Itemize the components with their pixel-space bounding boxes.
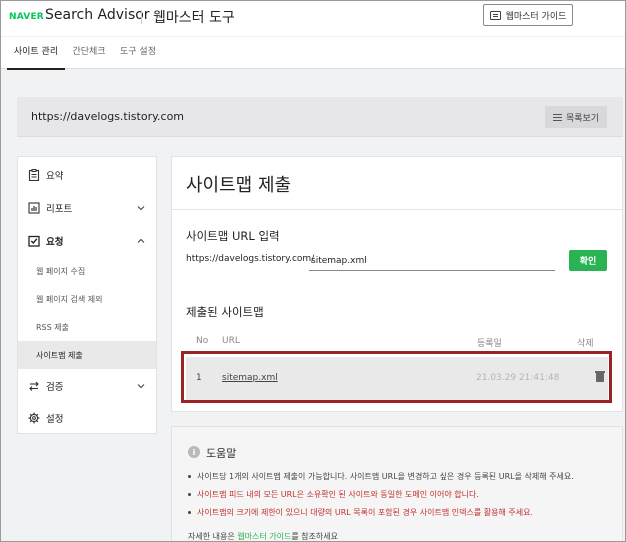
help-box: i 도움말 사이트당 1개의 사이트맵 제출이 가능합니다. 사이트맵 URL을… [171,426,623,541]
sidebar-subitem-web-page-exclusion[interactable]: 웹 페이지 검색 제외 [18,285,156,313]
webmaster-guide-label: 웹마스터 가이드 [505,11,567,22]
view-list-label: 목록보기 [565,113,600,124]
chevron-down-icon [137,206,145,211]
bullet-icon [188,493,191,496]
url-prefix: https://davelogs.tistory.com/ [186,254,315,264]
help-footer-suffix: 를 참조하세요 [291,532,339,541]
help-footer-prefix: 자세한 내용은 [188,532,238,541]
checkbox-icon [28,235,40,247]
sidebar-subitem-label: 웹 페이지 검색 제외 [36,294,103,304]
sync-icon [29,381,39,391]
trash-icon[interactable] [595,371,605,382]
page-title: 사이트맵 제출 [186,175,292,196]
book-icon [489,10,501,20]
header-divider [141,10,142,24]
chevron-up-icon [137,238,145,243]
bar-chart-icon [28,202,40,214]
sidebar-item-label: 검증 [46,382,64,393]
column-header-delete: 삭제 [577,339,594,349]
sidebar-subitem-label: 웹 페이지 수집 [36,266,86,276]
help-line: 사이트맵의 크기에 제한이 있으니 대량의 URL 목록이 포함된 경우 사이트… [188,507,533,518]
gear-icon [28,412,40,424]
column-header-no: No [196,336,209,346]
bullet-icon [188,511,191,514]
info-icon: i [188,446,200,458]
table-row: 1 sitemap.xml 21.03.29 21:41:48 [186,357,608,400]
panel-header: 사이트맵 제출 [172,157,622,210]
help-title: 도움말 [206,447,237,460]
sidebar-item-label: 설정 [46,414,64,425]
sidebar-item-label: 요청 [46,237,64,248]
view-list-button[interactable]: 목록보기 [545,106,607,128]
sidebar-item-verify[interactable]: 검증 [18,371,156,401]
help-line-text: 사이트맵 피드 내의 모든 URL은 소유확인 된 사이트와 동일한 도메인 이… [197,490,479,499]
sidebar-subitem-label: 사이트맵 제출 [36,350,83,360]
product-name[interactable]: Search Advisor [45,7,150,23]
sidebar-subitem-web-page-collection[interactable]: 웹 페이지 수집 [18,257,156,285]
naver-logo[interactable]: NAVER [9,12,44,22]
help-line-text: 사이트맵의 크기에 제한이 있으니 대량의 URL 목록이 포함된 경우 사이트… [197,508,533,517]
webmaster-guide-button[interactable]: 웹마스터 가이드 [483,4,573,26]
sitemap-panel: 사이트맵 제출 사이트맵 URL 입력 https://davelogs.tis… [171,156,623,412]
sidebar-item-summary[interactable]: 요약 [18,160,156,190]
list-icon [552,113,562,121]
help-line: 사이트맵 피드 내의 모든 URL은 소유확인 된 사이트와 동일한 도메인 이… [188,489,479,500]
help-line: 사이트당 1개의 사이트맵 제출이 가능합니다. 사이트맵 URL을 변경하고 … [188,471,574,482]
row-date: 21.03.29 21:41:48 [476,373,560,383]
sidebar-subitem-sitemap-submit[interactable]: 사이트맵 제출 [18,341,156,369]
help-footer: 자세한 내용은 웹마스터 가이드를 참조하세요 [188,531,339,541]
confirm-button[interactable]: 확인 [569,250,607,271]
site-bar: https://davelogs.tistory.com 목록보기 [17,97,623,137]
sidebar-item-settings[interactable]: 설정 [18,403,156,433]
url-input-label: 사이트맵 URL 입력 [186,229,280,243]
column-header-date: 등록일 [477,339,502,349]
site-url: https://davelogs.tistory.com [31,110,185,123]
sidebar: 요약 리포트 요청 웹 페이지 수집 웹 페이지 검색 제외 RSS 제출 사이… [17,156,157,434]
help-line-text: 사이트당 1개의 사이트맵 제출이 가능합니다. 사이트맵 URL을 변경하고 … [197,472,574,481]
sidebar-subitem-rss-submit[interactable]: RSS 제출 [18,313,156,341]
tool-title[interactable]: 웹마스터 도구 [153,7,235,27]
page: NAVER Search Advisor 웹마스터 도구 웹마스터 가이드 사이… [0,0,626,542]
sitemap-url-link[interactable]: sitemap.xml [222,373,278,383]
sidebar-item-report[interactable]: 리포트 [18,193,156,223]
main-tabs: 사이트 관리 간단체크 도구 설정 [1,36,625,70]
tab-tool-settings[interactable]: 도구 설정 [115,37,161,70]
sitemap-url-input[interactable] [309,251,555,271]
top-header: NAVER Search Advisor 웹마스터 도구 웹마스터 가이드 [1,1,625,36]
sidebar-item-request[interactable]: 요청 [18,226,156,256]
sidebar-subitem-label: RSS 제출 [36,322,69,332]
row-no: 1 [196,373,202,383]
table-header: No URL 등록일 삭제 [186,336,610,352]
tab-quick-check[interactable]: 간단체크 [67,37,111,70]
tab-site-management[interactable]: 사이트 관리 [7,37,65,70]
chevron-down-icon [137,384,145,389]
submitted-sitemaps-heading: 제출된 사이트맵 [186,305,264,319]
column-header-url: URL [222,336,240,346]
sidebar-item-label: 리포트 [46,204,73,215]
bullet-icon [188,475,191,478]
sidebar-item-label: 요약 [46,171,64,182]
clipboard-icon [28,169,40,181]
webmaster-guide-link[interactable]: 웹마스터 가이드 [237,532,291,541]
